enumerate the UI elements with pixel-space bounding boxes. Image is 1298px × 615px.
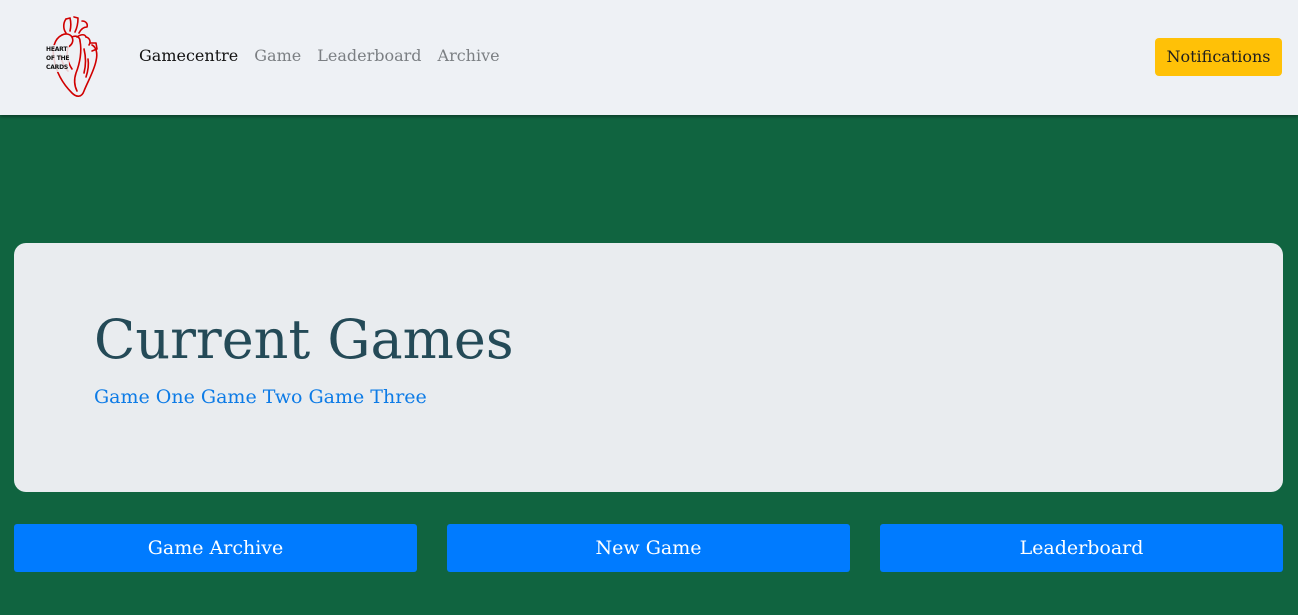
nav-item-leaderboard[interactable]: Leaderboard [317, 44, 421, 68]
site-logo[interactable]: HEART OF THE CARDS [44, 15, 104, 99]
new-game-button[interactable]: New Game [447, 524, 850, 572]
page-title: Current Games [94, 308, 514, 371]
top-navbar: HEART OF THE CARDS Gamecentre Game Leade… [0, 0, 1298, 115]
game-link-three[interactable]: Game Three [308, 386, 426, 408]
logo-line-2: OF THE [46, 55, 70, 62]
notifications-button[interactable]: Notifications [1155, 38, 1282, 76]
nav-item-game[interactable]: Game [254, 44, 301, 68]
current-games-panel: Current Games Game One Game Two Game Thr… [14, 243, 1283, 492]
current-games-list: Game One Game Two Game Three [94, 383, 427, 411]
leaderboard-button[interactable]: Leaderboard [880, 524, 1283, 572]
logo-line-3: CARDS [46, 64, 68, 71]
logo-wordmark: HEART OF THE CARDS [46, 45, 70, 72]
game-link-one[interactable]: Game One [94, 386, 195, 408]
game-archive-button[interactable]: Game Archive [14, 524, 417, 572]
nav-item-gamecentre[interactable]: Gamecentre [139, 44, 238, 68]
main-nav: Gamecentre Game Leaderboard Archive [139, 44, 500, 68]
nav-item-archive[interactable]: Archive [438, 44, 500, 68]
logo-line-1: HEART [46, 46, 68, 53]
game-link-two[interactable]: Game Two [201, 386, 303, 408]
